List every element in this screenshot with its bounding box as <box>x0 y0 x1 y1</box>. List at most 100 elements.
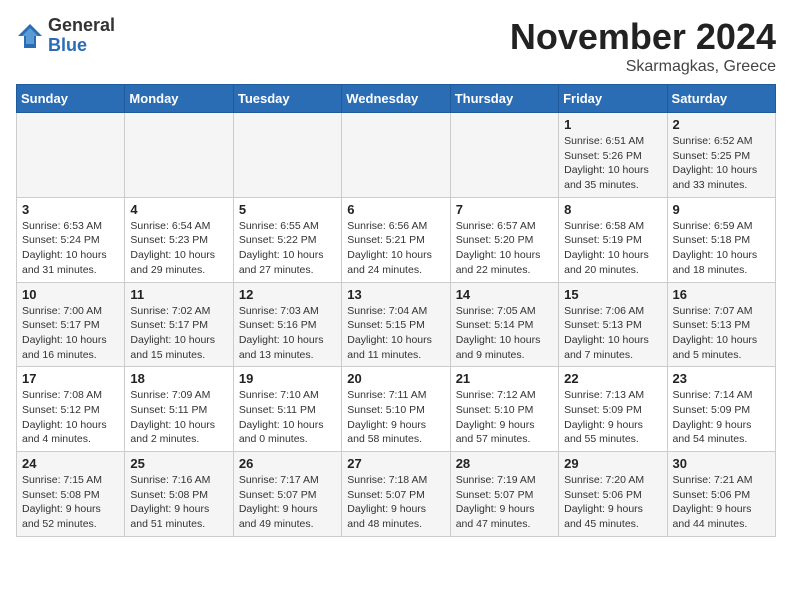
calendar-cell: 30 Sunrise: 7:21 AMSunset: 5:06 PMDayligh… <box>667 452 775 537</box>
calendar-cell: 24 Sunrise: 7:15 AMSunset: 5:08 PMDayligh… <box>17 452 125 537</box>
day-of-week-header: Wednesday <box>342 85 450 113</box>
day-number: 4 <box>130 202 227 217</box>
day-number: 27 <box>347 456 444 471</box>
logo: General Blue <box>16 16 115 56</box>
calendar-cell <box>342 113 450 198</box>
day-of-week-header: Friday <box>559 85 667 113</box>
day-info: Sunrise: 7:13 AMSunset: 5:09 PMDaylight:… <box>564 388 661 447</box>
calendar-cell: 28Sunrise: 7:19 AMSunset: 5:07 PMDayligh… <box>450 452 558 537</box>
calendar-week-row: 3Sunrise: 6:53 AMSunset: 5:24 PMDaylight… <box>17 197 776 282</box>
day-number: 20 <box>347 371 444 386</box>
calendar-cell: 5Sunrise: 6:55 AMSunset: 5:22 PMDaylight… <box>233 197 341 282</box>
day-info: Sunrise: 6:59 AMSunset: 5:18 PMDaylight:… <box>673 219 770 278</box>
day-number: 14 <box>456 287 553 302</box>
day-number: 22 <box>564 371 661 386</box>
day-info: Sunrise: 7:15 AMSunset: 5:08 PMDaylight:… <box>22 473 119 532</box>
day-number: 1 <box>564 117 661 132</box>
calendar-week-row: 24 Sunrise: 7:15 AMSunset: 5:08 PMDayligh… <box>17 452 776 537</box>
calendar-header: SundayMondayTuesdayWednesdayThursdayFrid… <box>17 85 776 113</box>
day-info: Sunrise: 7:21 AMSunset: 5:06 PMDaylight:… <box>673 473 770 532</box>
calendar-cell: 1 Sunrise: 6:51 AMSunset: 5:26 PMDaylight… <box>559 113 667 198</box>
day-number: 2 <box>673 117 770 132</box>
calendar-cell: 25 Sunrise: 7:16 AMSunset: 5:08 PMDayligh… <box>125 452 233 537</box>
day-of-week-header: Tuesday <box>233 85 341 113</box>
calendar-cell: 15 Sunrise: 7:06 AMSunset: 5:13 PMDayligh… <box>559 282 667 367</box>
calendar-cell: 2 Sunrise: 6:52 AMSunset: 5:25 PMDaylight… <box>667 113 775 198</box>
calendar-table: SundayMondayTuesdayWednesdayThursdayFrid… <box>16 84 776 537</box>
day-info: Sunrise: 7:04 AMSunset: 5:15 PMDaylight:… <box>347 304 444 363</box>
day-number: 24 <box>22 456 119 471</box>
day-number: 21 <box>456 371 553 386</box>
calendar-cell: 8Sunrise: 6:58 AMSunset: 5:19 PMDaylight… <box>559 197 667 282</box>
day-info: Sunrise: 7:05 AMSunset: 5:14 PMDaylight:… <box>456 304 553 363</box>
day-number: 25 <box>130 456 227 471</box>
calendar-body: 1 Sunrise: 6:51 AMSunset: 5:26 PMDaylight… <box>17 113 776 537</box>
day-of-week-header: Thursday <box>450 85 558 113</box>
calendar-cell: 22 Sunrise: 7:13 AMSunset: 5:09 PMDayligh… <box>559 367 667 452</box>
day-number: 30 <box>673 456 770 471</box>
day-number: 28 <box>456 456 553 471</box>
day-info: Sunrise: 7:18 AMSunset: 5:07 PMDaylight:… <box>347 473 444 532</box>
logo-general: General <box>48 16 115 36</box>
calendar-cell: 6 Sunrise: 6:56 AMSunset: 5:21 PMDaylight… <box>342 197 450 282</box>
day-info: Sunrise: 7:17 AMSunset: 5:07 PMDaylight:… <box>239 473 336 532</box>
calendar-week-row: 1 Sunrise: 6:51 AMSunset: 5:26 PMDaylight… <box>17 113 776 198</box>
calendar-week-row: 10Sunrise: 7:00 AMSunset: 5:17 PMDayligh… <box>17 282 776 367</box>
day-info: Sunrise: 7:16 AMSunset: 5:08 PMDaylight:… <box>130 473 227 532</box>
day-info: Sunrise: 7:08 AMSunset: 5:12 PMDaylight:… <box>22 388 119 447</box>
day-info: Sunrise: 6:56 AMSunset: 5:21 PMDaylight:… <box>347 219 444 278</box>
day-info: Sunrise: 6:55 AMSunset: 5:22 PMDaylight:… <box>239 219 336 278</box>
calendar-cell <box>125 113 233 198</box>
calendar-cell: 11Sunrise: 7:02 AMSunset: 5:17 PMDayligh… <box>125 282 233 367</box>
day-number: 18 <box>130 371 227 386</box>
day-info: Sunrise: 7:11 AMSunset: 5:10 PMDaylight:… <box>347 388 444 447</box>
calendar-cell: 9 Sunrise: 6:59 AMSunset: 5:18 PMDaylight… <box>667 197 775 282</box>
calendar-cell: 18 Sunrise: 7:09 AMSunset: 5:11 PMDayligh… <box>125 367 233 452</box>
calendar-cell: 10Sunrise: 7:00 AMSunset: 5:17 PMDayligh… <box>17 282 125 367</box>
calendar-cell: 13 Sunrise: 7:04 AMSunset: 5:15 PMDayligh… <box>342 282 450 367</box>
day-info: Sunrise: 7:02 AMSunset: 5:17 PMDaylight:… <box>130 304 227 363</box>
day-of-week-header: Sunday <box>17 85 125 113</box>
day-number: 6 <box>347 202 444 217</box>
day-number: 26 <box>239 456 336 471</box>
day-number: 9 <box>673 202 770 217</box>
day-info: Sunrise: 6:57 AMSunset: 5:20 PMDaylight:… <box>456 219 553 278</box>
day-info: Sunrise: 7:10 AMSunset: 5:11 PMDaylight:… <box>239 388 336 447</box>
day-number: 7 <box>456 202 553 217</box>
title-block: November 2024 Skarmagkas, Greece <box>510 16 776 76</box>
day-info: Sunrise: 6:51 AMSunset: 5:26 PMDaylight:… <box>564 134 661 193</box>
day-info: Sunrise: 6:52 AMSunset: 5:25 PMDaylight:… <box>673 134 770 193</box>
day-info: Sunrise: 6:53 AMSunset: 5:24 PMDaylight:… <box>22 219 119 278</box>
day-info: Sunrise: 7:06 AMSunset: 5:13 PMDaylight:… <box>564 304 661 363</box>
day-info: Sunrise: 7:03 AMSunset: 5:16 PMDaylight:… <box>239 304 336 363</box>
day-info: Sunrise: 7:12 AMSunset: 5:10 PMDaylight:… <box>456 388 553 447</box>
day-info: Sunrise: 6:54 AMSunset: 5:23 PMDaylight:… <box>130 219 227 278</box>
calendar-cell: 29Sunrise: 7:20 AMSunset: 5:06 PMDayligh… <box>559 452 667 537</box>
calendar-cell: 17 Sunrise: 7:08 AMSunset: 5:12 PMDayligh… <box>17 367 125 452</box>
day-info: Sunrise: 7:14 AMSunset: 5:09 PMDaylight:… <box>673 388 770 447</box>
calendar-cell <box>450 113 558 198</box>
calendar-cell: 3Sunrise: 6:53 AMSunset: 5:24 PMDaylight… <box>17 197 125 282</box>
day-number: 15 <box>564 287 661 302</box>
calendar-cell: 20 Sunrise: 7:11 AMSunset: 5:10 PMDayligh… <box>342 367 450 452</box>
day-of-week-header: Saturday <box>667 85 775 113</box>
day-number: 16 <box>673 287 770 302</box>
day-number: 23 <box>673 371 770 386</box>
calendar-cell: 4 Sunrise: 6:54 AMSunset: 5:23 PMDaylight… <box>125 197 233 282</box>
logo-icon <box>16 22 44 50</box>
calendar-cell <box>233 113 341 198</box>
day-number: 17 <box>22 371 119 386</box>
calendar-cell: 21 Sunrise: 7:12 AMSunset: 5:10 PMDayligh… <box>450 367 558 452</box>
calendar-cell: 12Sunrise: 7:03 AMSunset: 5:16 PMDayligh… <box>233 282 341 367</box>
logo-blue: Blue <box>48 36 115 56</box>
calendar-cell: 19Sunrise: 7:10 AMSunset: 5:11 PMDayligh… <box>233 367 341 452</box>
day-number: 8 <box>564 202 661 217</box>
location: Skarmagkas, Greece <box>510 58 776 76</box>
calendar-cell: 27 Sunrise: 7:18 AMSunset: 5:07 PMDayligh… <box>342 452 450 537</box>
day-info: Sunrise: 7:09 AMSunset: 5:11 PMDaylight:… <box>130 388 227 447</box>
day-info: Sunrise: 7:00 AMSunset: 5:17 PMDaylight:… <box>22 304 119 363</box>
day-number: 13 <box>347 287 444 302</box>
calendar-cell: 26 Sunrise: 7:17 AMSunset: 5:07 PMDayligh… <box>233 452 341 537</box>
day-info: Sunrise: 7:07 AMSunset: 5:13 PMDaylight:… <box>673 304 770 363</box>
day-info: Sunrise: 7:20 AMSunset: 5:06 PMDaylight:… <box>564 473 661 532</box>
